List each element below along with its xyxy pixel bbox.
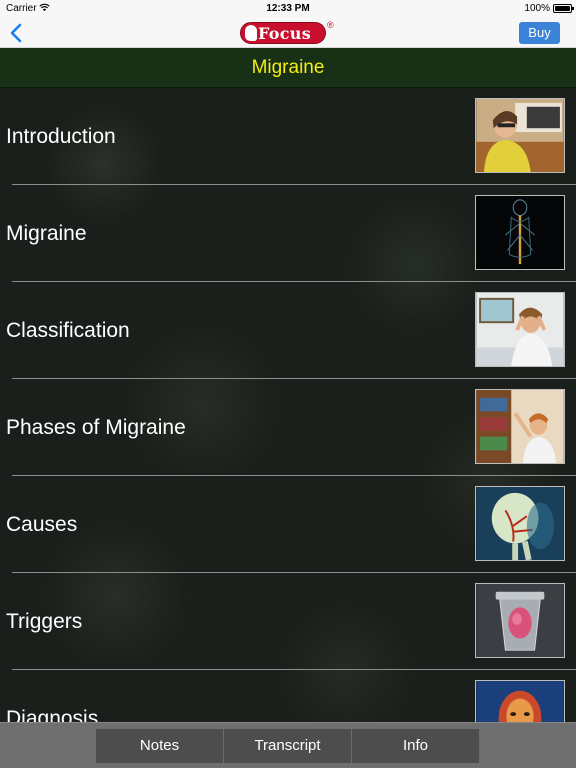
list-item-label: Causes [6,513,78,536]
list-item-introduction[interactable]: Introduction [0,88,576,185]
tab-info[interactable]: Info [352,729,480,763]
status-bar: Carrier 12:33 PM 100% [0,0,576,17]
list-item-label: Introduction [6,125,116,148]
back-chevron-icon[interactable] [8,23,24,43]
woman-headache-desk-thumbnail [475,292,565,367]
list-item-label: Phases of Migraine [6,416,186,439]
trash-can-food-thumbnail [475,583,565,658]
navigation-bar: Focus ® Buy [0,17,576,48]
list-item-triggers[interactable]: Triggers [0,573,576,670]
battery-icon [553,4,574,13]
list-item-label: Diagnosis [6,707,99,722]
head-silhouette-icon [245,25,257,41]
focus-logo: Focus ® [240,20,336,46]
bottom-tab-bar: Notes Transcript Info [0,722,576,768]
battery-percent: 100% [524,3,550,14]
registered-mark: ® [327,20,334,30]
list-item-label: Migraine [6,222,87,245]
logo-text: Focus [258,24,312,43]
tab-notes[interactable]: Notes [96,729,224,763]
skull-arteries-thumbnail [475,486,565,561]
tab-transcript[interactable]: Transcript [224,729,352,763]
page-title: Migraine [0,48,576,88]
list-item-label: Classification [6,319,130,342]
list-item-classification[interactable]: Classification [0,282,576,379]
nervous-system-thumbnail [475,195,565,270]
chapter-list: Introduction Migraine Classification Pha… [0,88,576,722]
woman-bookshelf-thumbnail [475,389,565,464]
list-item-migraine[interactable]: Migraine [0,185,576,282]
buy-button[interactable]: Buy [519,22,560,44]
status-time: 12:33 PM [266,3,310,14]
woman-at-desk-thumbnail [475,98,565,173]
list-item-label: Triggers [6,610,83,633]
list-item-phases-of-migraine[interactable]: Phases of Migraine [0,379,576,476]
list-item-diagnosis[interactable]: Diagnosis [0,670,576,722]
list-item-causes[interactable]: Causes [0,476,576,573]
head-scan-thumbnail [475,680,565,722]
